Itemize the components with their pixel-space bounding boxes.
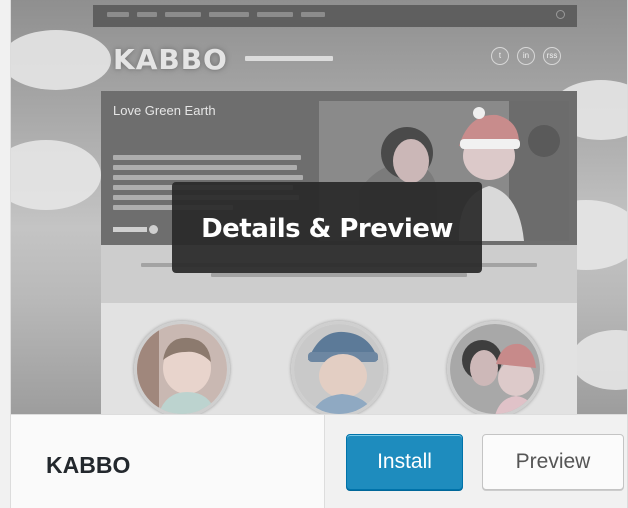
rss-icon: rss: [543, 47, 561, 65]
theme-card-footer: KABBO Install Preview: [11, 414, 627, 508]
install-button[interactable]: Install: [346, 434, 463, 490]
preview-logo: KABBO: [113, 43, 228, 76]
twitter-icon: t: [491, 47, 509, 65]
arrow-circle-icon: [149, 225, 158, 234]
preview-tagline: [245, 56, 333, 61]
feature-photo: [134, 321, 230, 414]
linkedin-icon: in: [517, 47, 535, 65]
preview-read-more: [113, 227, 147, 232]
preview-button[interactable]: Preview: [482, 434, 624, 490]
feature-photo: [447, 321, 543, 414]
feature-photo: [291, 321, 387, 414]
theme-card[interactable]: KABBO t in rss Love Green Earth Details …: [10, 0, 628, 508]
search-icon: [556, 10, 565, 19]
preview-hero-title: Love Green Earth: [113, 103, 216, 118]
cloud-decoration: [571, 330, 627, 390]
details-preview-overlay[interactable]: Details & Preview: [172, 182, 482, 273]
theme-screenshot[interactable]: KABBO t in rss Love Green Earth Details …: [11, 0, 627, 414]
preview-navbar: [93, 5, 577, 27]
theme-actions: Install Preview: [324, 415, 627, 508]
preview-feature-section: [101, 303, 577, 414]
theme-name: KABBO: [46, 452, 131, 478]
cloud-decoration: [11, 140, 101, 210]
